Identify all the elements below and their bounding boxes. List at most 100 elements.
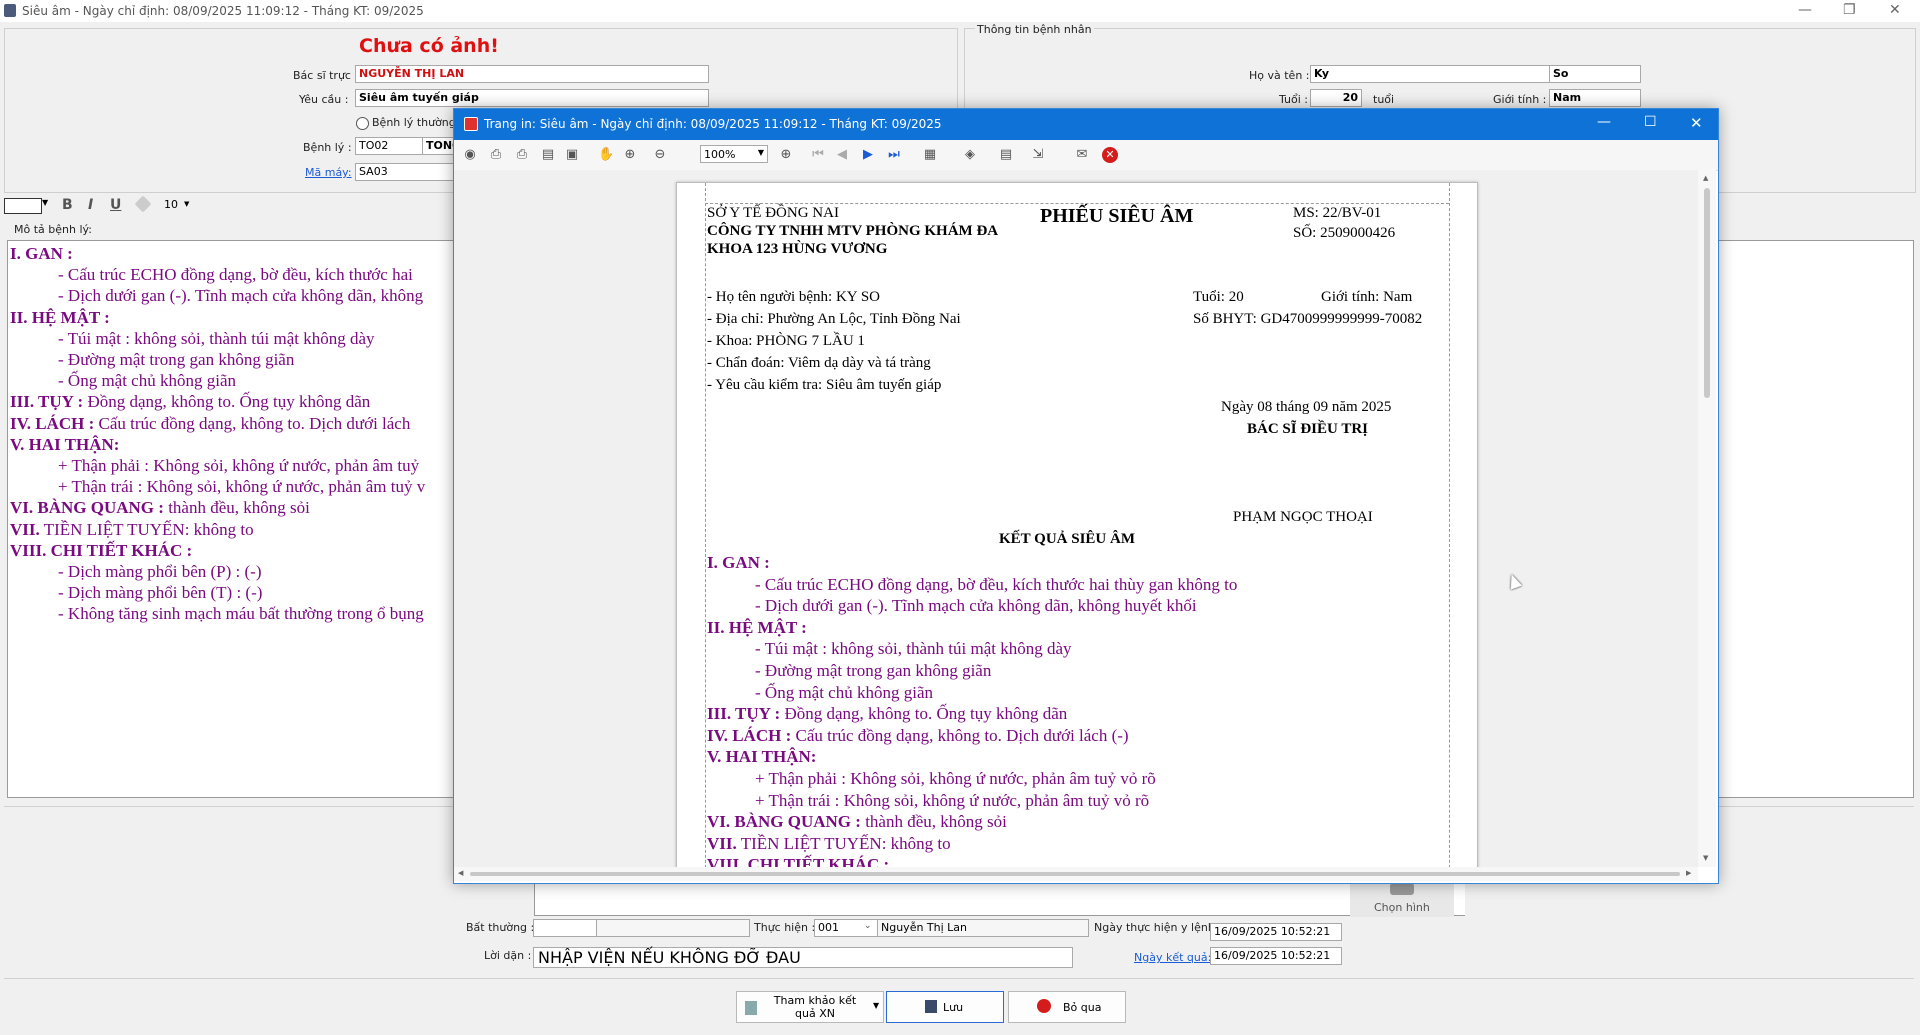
- dialog-title: Trang in: Siêu âm - Ngày chỉ định: 08/09…: [484, 117, 942, 131]
- gender-field[interactable]: Nam: [1549, 89, 1641, 107]
- page-setup-icon[interactable]: ▤: [540, 147, 556, 163]
- color-icon[interactable]: ◈: [962, 147, 978, 163]
- scroll-up-icon[interactable]: ▲: [1703, 174, 1708, 182]
- machine-code-link[interactable]: Mã máy:: [305, 166, 352, 179]
- disease-code-field[interactable]: TO02: [355, 137, 423, 155]
- next-page-icon[interactable]: ▶: [860, 147, 876, 163]
- editor-line: - Ống mật chủ không giãn: [58, 371, 236, 391]
- print-icon[interactable]: ⎙: [488, 147, 504, 163]
- scale-icon[interactable]: ▣: [564, 147, 580, 163]
- advice-field[interactable]: NHẬP VIỆN NẾU KHÔNG ĐỠ ĐAU: [533, 947, 1073, 968]
- result-date-link[interactable]: Ngày kết quả:: [1134, 951, 1211, 964]
- dialog-title-bar: Trang in: Siêu âm - Ngày chỉ định: 08/09…: [454, 109, 1718, 140]
- save-button[interactable]: Lưu: [886, 991, 1004, 1023]
- scroll-down-icon[interactable]: ▼: [1703, 854, 1708, 862]
- editor-line: - Dịch màng phổi bên (P) : (-): [58, 562, 261, 582]
- chevron-down-icon[interactable]: ▼: [184, 200, 189, 208]
- report-line-text: Đồng dạng, không to. Ống tụy không dãn: [780, 704, 1068, 724]
- first-page-icon[interactable]: ⏮: [810, 147, 826, 163]
- report-line-text: TIỀN LIỆT TUYẾN: không to: [736, 833, 951, 853]
- report-page: SỞ Y TẾ ĐỒNG NAI CÔNG TY TNHH MTV PHÒNG …: [676, 182, 1478, 867]
- editor-line: V. HAI THẬN:: [10, 435, 119, 455]
- editor-line-text: - Không tăng sinh mạch máu bất thường tr…: [58, 604, 424, 624]
- age-field[interactable]: 20: [1310, 89, 1362, 107]
- abnormal-name-field[interactable]: [596, 919, 750, 937]
- editor-line: VIII. CHI TIẾT KHÁC :: [10, 541, 192, 561]
- magnifier-icon[interactable]: ⊕: [622, 147, 638, 163]
- close-preview-icon[interactable]: ✕: [1102, 147, 1118, 163]
- close-button[interactable]: ✕: [1889, 2, 1901, 18]
- eraser-icon[interactable]: [134, 195, 152, 213]
- editor-line-heading: III. TỤY :: [10, 392, 84, 412]
- request-field[interactable]: Siêu âm tuyến giáp: [355, 89, 709, 107]
- hand-tool-icon[interactable]: ✋: [598, 147, 614, 163]
- flask-icon: [745, 1001, 757, 1015]
- zoom-in-icon[interactable]: ⊕: [778, 147, 794, 163]
- font-size-select[interactable]: 10: [164, 198, 178, 211]
- underline-button[interactable]: U: [110, 197, 121, 213]
- dialog-close-button[interactable]: ✕: [1690, 114, 1703, 132]
- report-result-line: V. HAI THẬN:: [707, 747, 816, 767]
- vertical-scroll-thumb[interactable]: [1704, 188, 1710, 398]
- dialog-maximize-button[interactable]: ☐: [1644, 114, 1657, 130]
- multipage-icon[interactable]: ▦: [922, 147, 938, 163]
- exec-date-label: Ngày thực hiện y lệnh:: [1094, 921, 1219, 934]
- report-line-heading: I. GAN :: [707, 553, 770, 572]
- report-result-line: - Dịch dưới gan (-). Tĩnh mạch cửa không…: [755, 596, 1197, 616]
- report-result-line: VIII. CHI TIẾT KHÁC :: [707, 855, 889, 867]
- dialog-minimize-button[interactable]: —: [1597, 114, 1611, 130]
- horizontal-scrollbar[interactable]: ◀ ▶: [454, 867, 1698, 881]
- italic-button[interactable]: I: [88, 197, 93, 213]
- request-label: Yêu cầu :: [299, 93, 349, 106]
- skip-label: Bỏ qua: [1063, 1001, 1102, 1014]
- report-result-line: II. HỆ MẬT :: [707, 618, 807, 638]
- chevron-down-icon[interactable]: ▼: [42, 198, 48, 207]
- email-icon[interactable]: ✉: [1074, 147, 1090, 163]
- watermark-icon[interactable]: ▤: [998, 147, 1014, 163]
- margin-line: [705, 203, 1449, 204]
- doctor-field[interactable]: NGUYỄN THỊ LAN: [355, 65, 709, 83]
- minimize-button[interactable]: —: [1798, 2, 1812, 18]
- chevron-down-icon[interactable]: ▼: [873, 1001, 879, 1010]
- first-name-field[interactable]: Ky: [1310, 65, 1550, 83]
- report-result-line: IV. LÁCH : Cấu trúc đồng dạng, không to.…: [707, 726, 1129, 746]
- skip-button[interactable]: Bỏ qua: [1008, 991, 1126, 1023]
- export-icon[interactable]: ⇲: [1030, 147, 1046, 163]
- editor-line: + Thận trái : Không sỏi, không ứ nước, p…: [58, 477, 425, 497]
- report-result-line: - Đường mật trong gan không giãn: [755, 661, 991, 681]
- bold-button[interactable]: B: [62, 197, 73, 213]
- reference-results-button[interactable]: Tham khảo kết quả XN ▼: [736, 991, 884, 1023]
- previous-page-icon[interactable]: ◀: [834, 147, 850, 163]
- quick-print-icon[interactable]: ⎙: [514, 147, 530, 163]
- report-result-title: KẾT QUẢ SIÊU ÂM: [999, 531, 1135, 547]
- scroll-left-icon[interactable]: ◀: [458, 869, 463, 877]
- button-bar: Tham khảo kết quả XN ▼ Lưu Bỏ qua: [4, 978, 1914, 1027]
- report-age: Tuổi: 20: [1193, 289, 1244, 305]
- editor-line-heading: I. GAN :: [10, 244, 73, 263]
- editor-line: II. HỆ MẬT :: [10, 308, 110, 328]
- machine-code-field[interactable]: SA03: [355, 163, 455, 181]
- exec-date-field[interactable]: 16/09/2025 10:52:21: [1210, 923, 1342, 941]
- last-name-field[interactable]: So: [1549, 65, 1641, 83]
- zoom-out-icon[interactable]: ⊖: [652, 147, 668, 163]
- editor-line-text: Đồng dạng, không to. Ống tụy không dãn: [83, 392, 371, 412]
- abnormal-code-field[interactable]: [533, 919, 597, 937]
- zoom-value: 100%: [704, 148, 736, 161]
- report-line-heading: VI. BÀNG QUANG :: [707, 812, 861, 832]
- maximize-button[interactable]: ❐: [1843, 2, 1856, 18]
- editor-line-heading: II. HỆ MẬT :: [10, 307, 110, 327]
- color-picker[interactable]: [4, 198, 42, 214]
- result-date-field[interactable]: 16/09/2025 10:52:21: [1210, 947, 1342, 965]
- vertical-scrollbar[interactable]: ▲ ▼: [1698, 170, 1716, 867]
- chevron-down-icon[interactable]: ⌄: [864, 921, 872, 931]
- editor-line-text: - Ống mật chủ không giãn: [58, 371, 236, 391]
- normal-disease-radio[interactable]: [356, 117, 369, 130]
- last-page-icon[interactable]: ⏭: [886, 147, 902, 163]
- app-icon: [4, 4, 16, 17]
- scroll-right-icon[interactable]: ▶: [1686, 869, 1691, 877]
- search-icon[interactable]: ◉: [462, 147, 478, 163]
- horizontal-scroll-thumb[interactable]: [470, 872, 1680, 876]
- editor-line: VI. BÀNG QUANG : thành đều, không sỏi: [10, 498, 310, 518]
- performer-name-field[interactable]: Nguyễn Thị Lan: [877, 919, 1089, 937]
- zoom-select[interactable]: 100% ▼: [700, 145, 768, 163]
